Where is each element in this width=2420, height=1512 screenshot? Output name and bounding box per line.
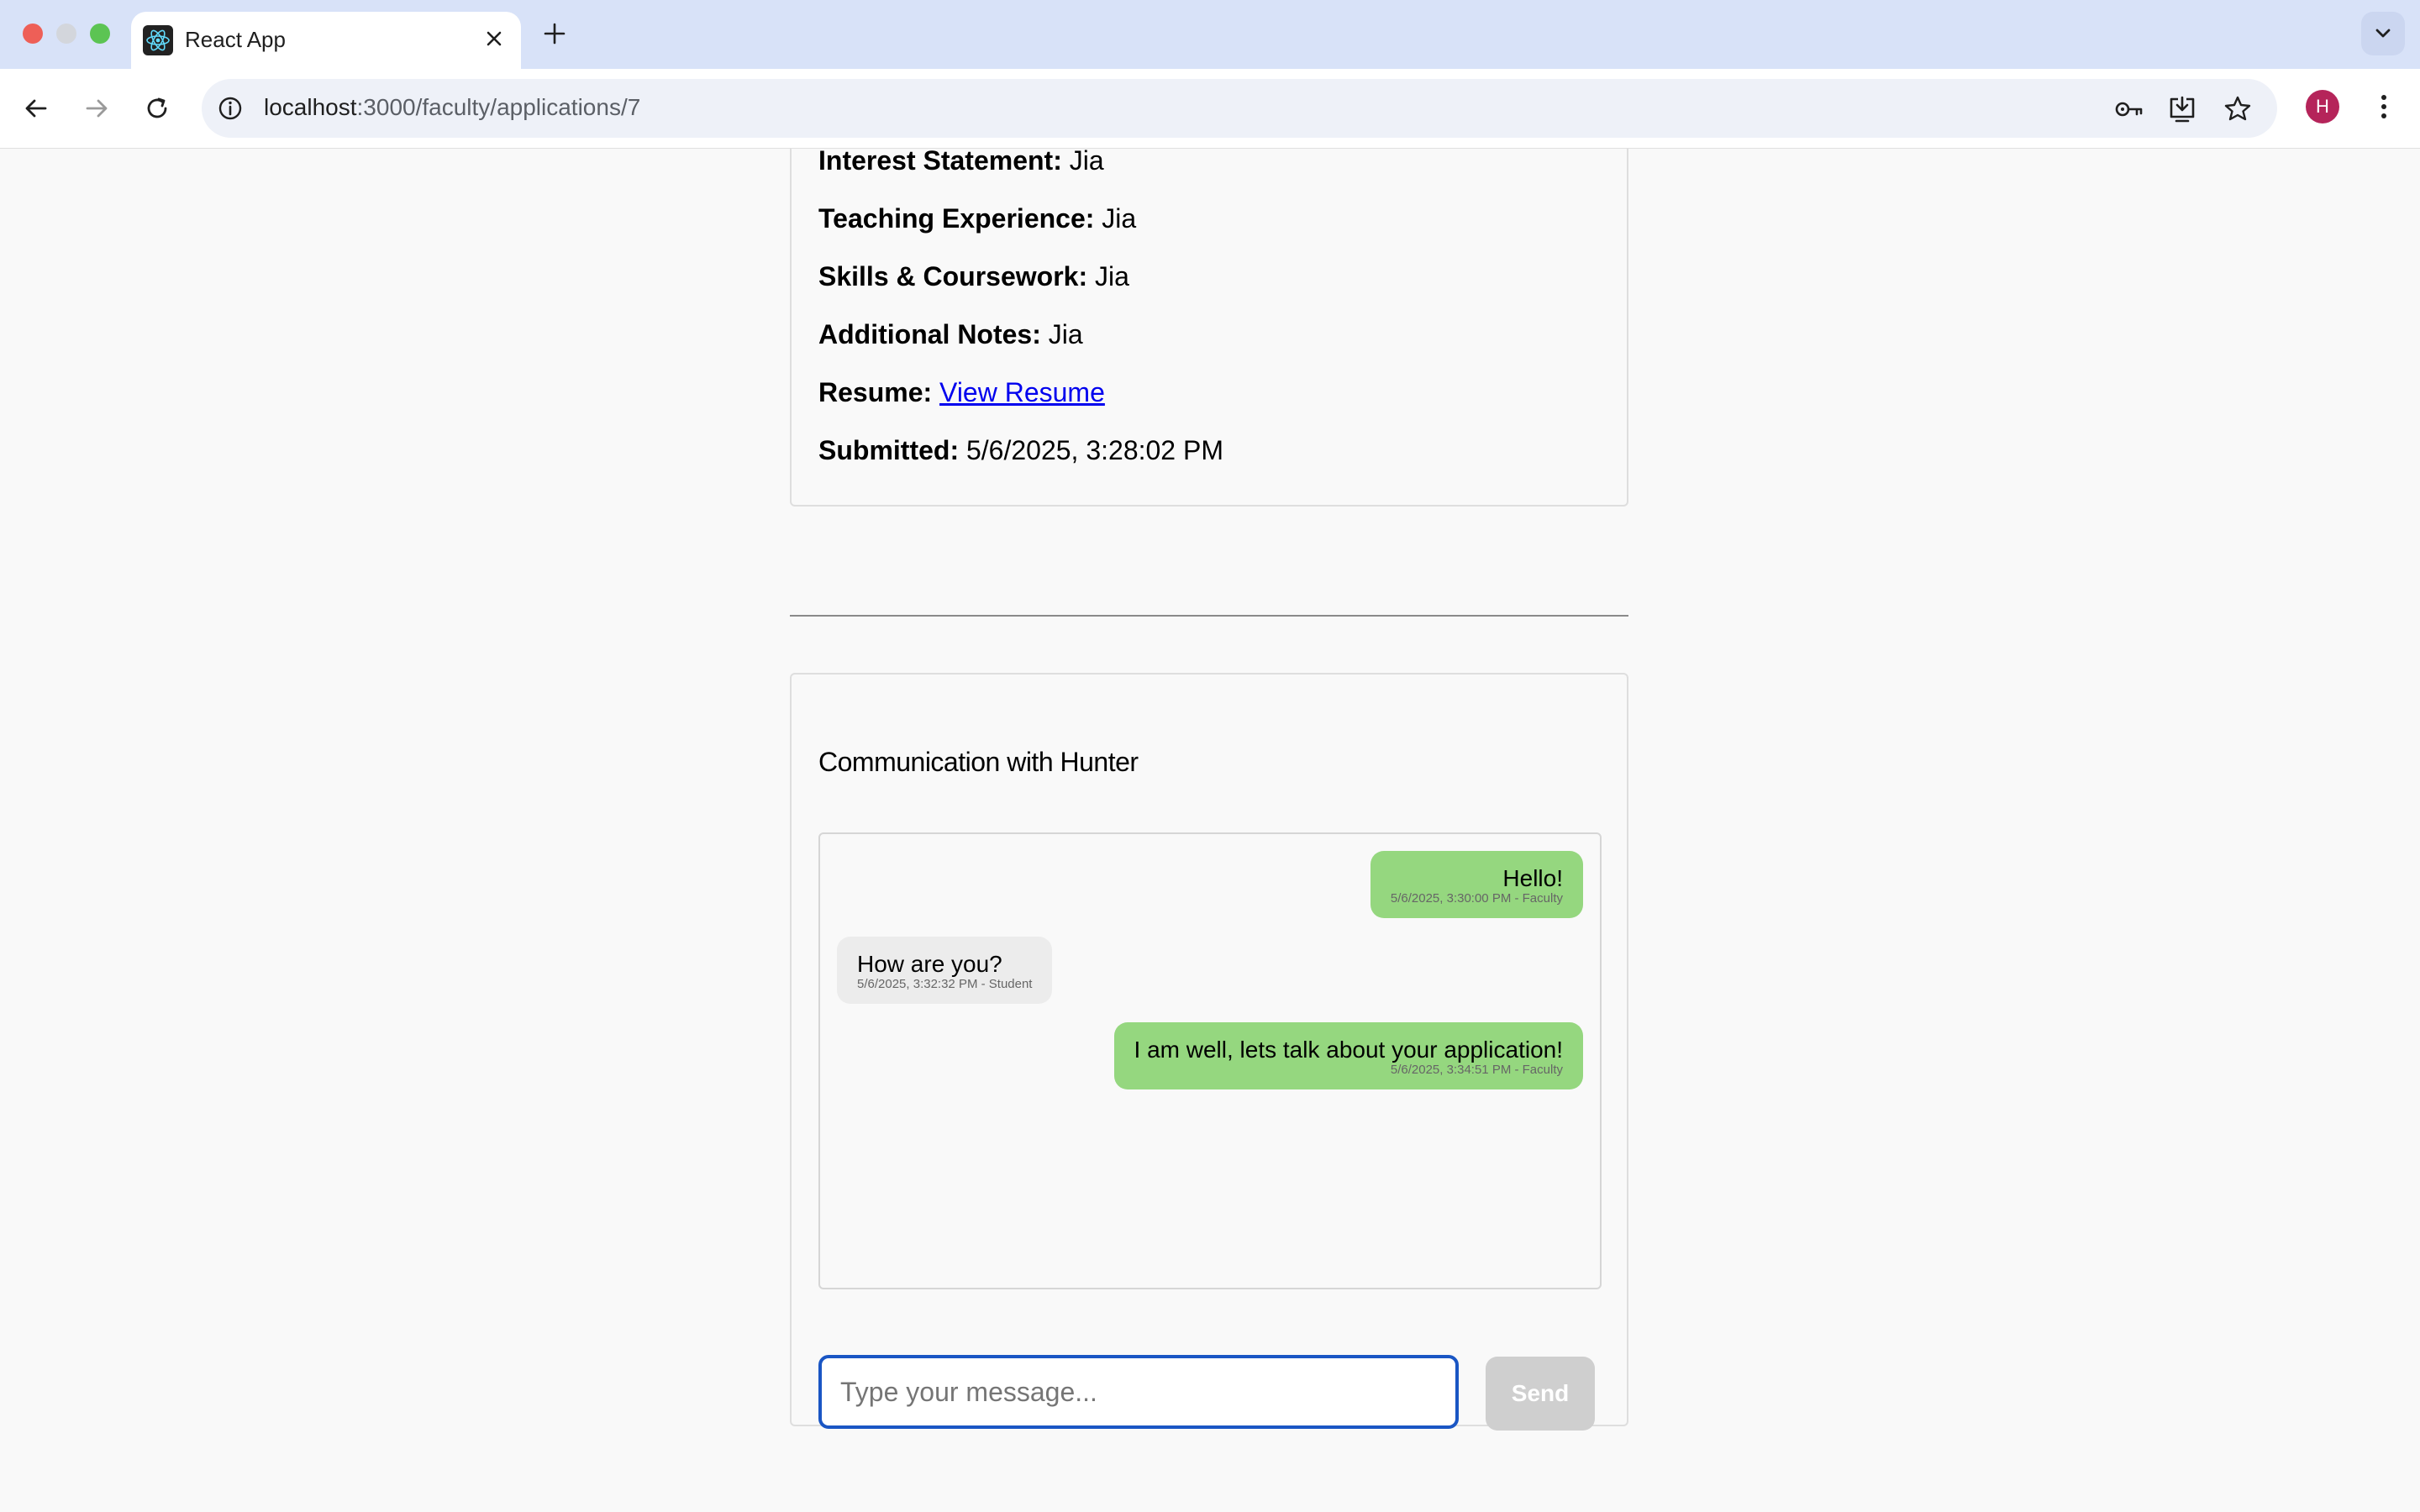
address-bar[interactable]: localhost:3000/faculty/applications/7 xyxy=(202,79,2277,138)
close-tab-icon[interactable] xyxy=(482,27,506,50)
tab-search-button[interactable] xyxy=(2361,12,2405,55)
close-window-button[interactable] xyxy=(23,24,43,44)
message-text: How are you? xyxy=(857,951,1002,977)
message-meta: 5/6/2025, 3:30:00 PM - Faculty xyxy=(1390,891,1563,906)
message-text: Hello! xyxy=(1502,865,1563,891)
submitted-row: Submitted: 5/6/2025, 3:28:02 PM xyxy=(818,435,1223,466)
detail-label: Additional Notes: xyxy=(818,319,1041,349)
submitted-label: Submitted: xyxy=(818,435,960,465)
section-divider xyxy=(790,615,1628,617)
minimize-window-button[interactable] xyxy=(56,24,76,44)
message-meta: 5/6/2025, 3:34:51 PM - Faculty xyxy=(1390,1063,1563,1077)
install-app-icon[interactable] xyxy=(2166,93,2198,125)
password-key-icon[interactable] xyxy=(2112,93,2144,125)
browser-toolbar: localhost:3000/faculty/applications/7 xyxy=(0,69,2420,149)
additional-notes-row: Additional Notes: Jia xyxy=(818,319,1083,350)
chat-title: Communication with Hunter xyxy=(818,747,1139,777)
view-resume-link[interactable]: View Resume xyxy=(939,377,1105,407)
detail-label: Teaching Experience: xyxy=(818,203,1095,234)
teaching-experience-row: Teaching Experience: Jia xyxy=(818,203,1136,234)
site-info-icon[interactable] xyxy=(215,93,245,123)
bookmark-star-icon[interactable] xyxy=(2222,93,2254,125)
application-details-card: Interest Statement: Jia Teaching Experie… xyxy=(790,149,1628,507)
chevron-down-icon xyxy=(2375,29,2391,38)
browser-tab-strip: React App xyxy=(0,0,2420,69)
message-bubble-faculty: Hello! 5/6/2025, 3:30:00 PM - Faculty xyxy=(1370,851,1583,918)
skills-coursework-row: Skills & Coursework: Jia xyxy=(818,261,1129,292)
send-button[interactable]: Send xyxy=(1486,1357,1595,1431)
detail-value: Jia xyxy=(1048,319,1083,349)
interest-statement-row: Interest Statement: Jia xyxy=(818,149,1104,176)
reload-icon[interactable] xyxy=(141,92,173,124)
browser-tab[interactable]: React App xyxy=(131,12,521,69)
new-tab-icon[interactable] xyxy=(541,20,568,47)
message-meta: 5/6/2025, 3:32:32 PM - Student xyxy=(857,977,1033,991)
submitted-value: 5/6/2025, 3:28:02 PM xyxy=(965,435,1223,465)
url-text[interactable]: localhost:3000/faculty/applications/7 xyxy=(264,94,640,121)
detail-value: Jia xyxy=(1094,261,1129,291)
more-menu-icon[interactable] xyxy=(2368,91,2400,123)
url-path: :3000/faculty/applications/7 xyxy=(356,94,641,120)
detail-label: Interest Statement: xyxy=(818,149,1062,176)
communication-card: Communication with Hunter Hello! 5/6/202… xyxy=(790,673,1628,1431)
page-viewport: Interest Statement: Jia Teaching Experie… xyxy=(0,149,2420,1512)
profile-avatar[interactable]: H xyxy=(2306,90,2339,123)
message-input[interactable] xyxy=(818,1355,1459,1429)
back-arrow-icon[interactable] xyxy=(20,92,52,124)
detail-value: Jia xyxy=(1102,203,1137,234)
maximize-window-button[interactable] xyxy=(90,24,110,44)
forward-arrow-icon[interactable] xyxy=(81,92,113,124)
resume-label: Resume: xyxy=(818,377,933,407)
message-list[interactable]: Hello! 5/6/2025, 3:30:00 PM - Faculty Ho… xyxy=(818,832,1602,1289)
react-logo-icon xyxy=(143,25,173,55)
message-bubble-faculty: I am well, lets talk about your applicat… xyxy=(1113,1022,1583,1089)
message-bubble-student: How are you? 5/6/2025, 3:32:32 PM - Stud… xyxy=(837,937,1053,1004)
detail-label: Skills & Coursework: xyxy=(818,261,1088,291)
url-host: localhost xyxy=(264,94,357,120)
resume-row: Resume: View Resume xyxy=(818,377,1105,408)
message-text: I am well, lets talk about your applicat… xyxy=(1134,1037,1563,1063)
tab-title: React App xyxy=(185,27,286,52)
detail-value: Jia xyxy=(1069,149,1104,176)
